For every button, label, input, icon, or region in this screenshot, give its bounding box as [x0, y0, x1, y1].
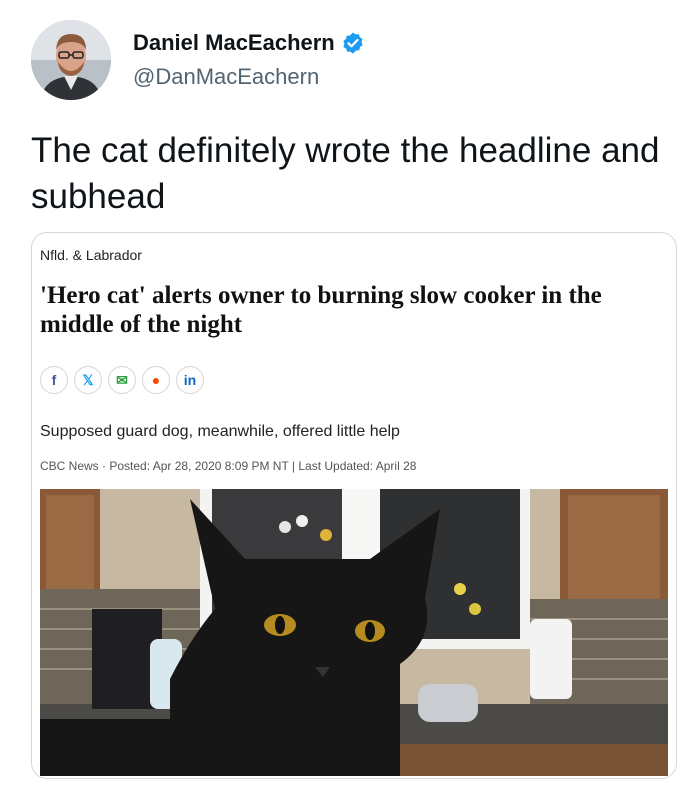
tweet-header: Daniel MacEachern @DanMacEachern	[31, 20, 365, 100]
author-name[interactable]: Daniel MacEachern	[133, 30, 335, 56]
facebook-icon[interactable]: f	[40, 366, 68, 394]
cat-photo	[40, 489, 668, 776]
article-screenshot-card[interactable]: Nfld. & Labrador 'Hero cat' alerts owner…	[31, 232, 677, 779]
author-handle[interactable]: @DanMacEachern	[133, 64, 365, 90]
profile-photo-icon	[31, 20, 111, 100]
share-buttons: f 𝕏 ✉ ● in	[40, 366, 204, 394]
black-cat-kitchen-image	[40, 489, 668, 776]
author-name-row[interactable]: Daniel MacEachern	[133, 30, 365, 56]
author-block: Daniel MacEachern @DanMacEachern	[133, 30, 365, 90]
email-icon[interactable]: ✉	[108, 366, 136, 394]
article-headline: 'Hero cat' alerts owner to burning slow …	[40, 282, 602, 338]
avatar[interactable]	[31, 20, 111, 100]
section-label: Nfld. & Labrador	[40, 247, 142, 263]
verified-badge-icon	[343, 32, 363, 54]
twitter-icon[interactable]: 𝕏	[74, 366, 102, 394]
article-meta: CBC News · Posted: Apr 28, 2020 8:09 PM …	[40, 459, 417, 473]
tweet-text: The cat definitely wrote the headline an…	[31, 131, 660, 216]
linkedin-icon[interactable]: in	[176, 366, 204, 394]
article-subhead: Supposed guard dog, meanwhile, offered l…	[40, 423, 400, 440]
reddit-icon[interactable]: ●	[142, 366, 170, 394]
